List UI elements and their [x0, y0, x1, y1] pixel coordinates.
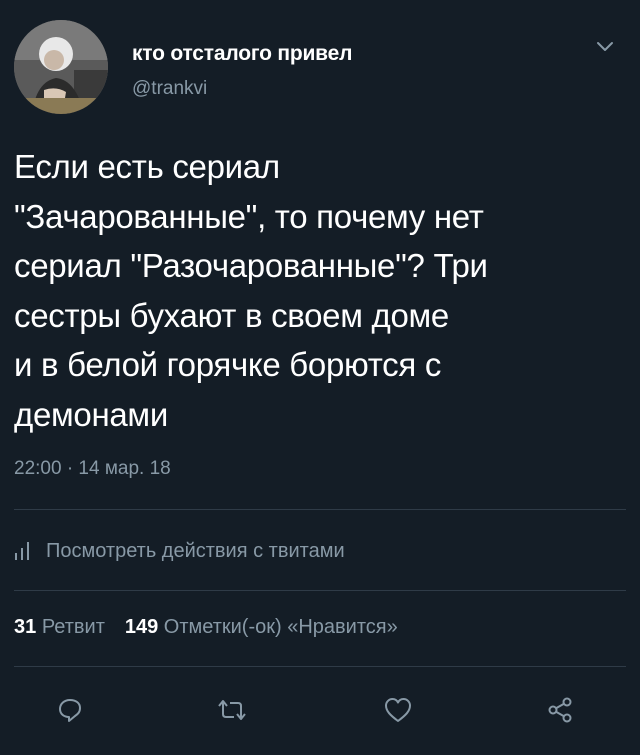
retweets-label: Ретвит [41, 616, 105, 638]
bar-chart-icon [14, 542, 30, 560]
tweet-text-line: демонами [14, 395, 168, 433]
tweet-text-line: сестры бухают в своем доме [14, 296, 449, 334]
author-display-name[interactable]: кто отсталого привел [132, 42, 352, 66]
tweet-timestamp[interactable]: 22:00 · 14 мар. 18 [14, 458, 171, 480]
share-button[interactable] [540, 692, 580, 732]
tweet-text-line: сериал "Разочарованные"? Три [14, 247, 488, 284]
divider [14, 590, 626, 591]
reply-icon [56, 696, 84, 729]
tweet-header: кто отсталого привел @trankvi [14, 20, 626, 114]
likes-count: 149 [124, 616, 159, 638]
avatar-image [14, 20, 108, 114]
likes-label: Отметки(-ок) «Нравится» [163, 616, 398, 638]
chevron-down-icon[interactable] [596, 40, 614, 52]
likes-stat[interactable]: 149 Отметки(-ок) «Нравится» [125, 616, 398, 638]
author-handle[interactable]: @trankvi [132, 78, 207, 100]
tweet-card: кто отсталого привел @trankvi Если есть … [0, 0, 640, 755]
heart-icon [384, 697, 412, 728]
like-button[interactable] [378, 692, 418, 732]
tweet-text: Если есть сериал "Зачарованные", то поче… [14, 142, 614, 439]
tweet-text-line: и в белой горячке борются с [14, 346, 442, 383]
divider [14, 666, 626, 667]
tweet-actions [0, 692, 640, 732]
reply-button[interactable] [50, 692, 90, 732]
divider [14, 509, 626, 510]
view-activity-link[interactable]: Посмотреть действия с твитами [14, 534, 345, 568]
tweet-stats: 31 Ретвит 149 Отметки(-ок) «Нравится» [14, 616, 398, 639]
retweet-button[interactable] [212, 692, 252, 732]
retweets-count: 31 [14, 616, 37, 638]
tweet-text-line: Если есть сериал [14, 148, 280, 185]
tweet-text-line: "Зачарованные", то почему нет [14, 197, 484, 235]
avatar[interactable] [14, 20, 108, 114]
retweets-stat[interactable]: 31 Ретвит [14, 616, 105, 638]
view-activity-label: Посмотреть действия с твитами [46, 539, 345, 562]
retweet-icon [216, 696, 248, 729]
share-icon [546, 696, 574, 729]
